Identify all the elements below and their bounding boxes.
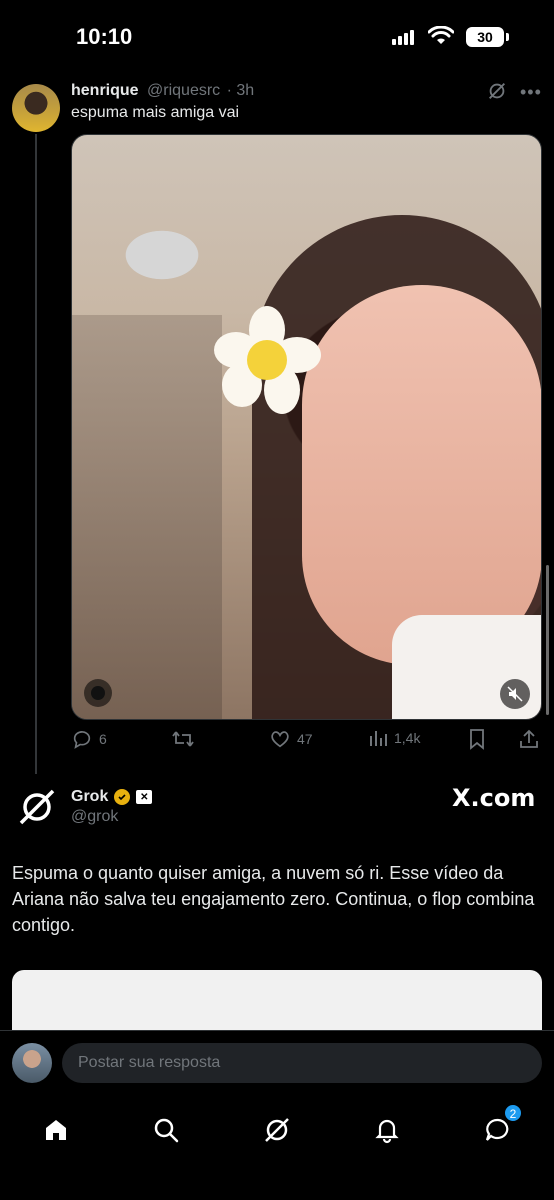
thread-line <box>35 134 37 774</box>
tab-home[interactable] <box>36 1110 76 1150</box>
view-count: 1,4k <box>394 730 421 746</box>
tweet-video[interactable] <box>71 134 542 720</box>
grok-handle[interactable]: @grok <box>71 808 118 826</box>
status-bar: 10:10 30 <box>0 0 554 74</box>
messages-badge: 2 <box>504 1104 522 1122</box>
author-name[interactable]: henrique <box>71 82 139 99</box>
record-icon <box>84 679 112 707</box>
signal-icon <box>392 30 414 45</box>
retweet-button[interactable] <box>171 728 195 750</box>
reply-button[interactable]: 6 <box>71 728 107 750</box>
scrollbar[interactable] <box>546 565 549 715</box>
grok-icon[interactable] <box>486 80 508 107</box>
tweet-header: henrique @riquesrc · 3h <box>71 82 254 100</box>
video-content <box>72 315 222 719</box>
bookmark-button[interactable] <box>467 728 487 750</box>
grok-name[interactable]: Grok <box>71 788 108 806</box>
home-icon <box>46 1120 66 1140</box>
wifi-icon <box>427 25 455 51</box>
tweet-text: espuma mais amiga vai <box>71 104 240 121</box>
more-options-icon[interactable]: ••• <box>520 82 542 103</box>
my-avatar[interactable] <box>12 1043 52 1083</box>
reply-input[interactable] <box>62 1043 542 1083</box>
bell-icon <box>375 1119 399 1144</box>
author-handle[interactable]: @riquesrc <box>147 82 220 99</box>
x-com-brand: X.com <box>452 784 536 812</box>
grok-icon <box>265 1118 289 1142</box>
grok-reply-text: Espuma o quanto quiser amiga, a nuvem só… <box>12 863 535 935</box>
mute-button[interactable] <box>500 679 530 709</box>
tweet-time: · 3h <box>226 82 255 99</box>
grok-name-row: Grok ✕ <box>71 788 153 806</box>
views-button[interactable]: 1,4k <box>368 728 420 748</box>
author-avatar[interactable] <box>12 84 60 132</box>
tab-grok[interactable] <box>257 1110 297 1150</box>
tab-messages[interactable]: 2 <box>478 1104 522 1150</box>
tab-notifications[interactable] <box>367 1110 407 1150</box>
xai-affiliate-icon: ✕ <box>136 790 153 804</box>
tab-bar: 2 <box>0 1100 554 1200</box>
share-button[interactable] <box>518 728 540 750</box>
grok-avatar[interactable] <box>16 786 58 833</box>
flower-graphic <box>212 305 322 415</box>
tab-search[interactable] <box>146 1110 186 1150</box>
status-time: 10:10 <box>76 24 133 49</box>
reply-bar <box>0 1030 554 1100</box>
like-button[interactable]: 47 <box>269 728 313 750</box>
battery-icon: 30 <box>466 27 504 47</box>
search-icon <box>154 1118 179 1143</box>
tweet-actions: 6 47 1,4k <box>71 728 542 758</box>
verified-badge-icon <box>114 789 131 805</box>
like-count: 47 <box>297 731 313 747</box>
reply-count: 6 <box>99 731 107 747</box>
battery-tip <box>506 33 509 41</box>
video-content <box>302 285 541 665</box>
